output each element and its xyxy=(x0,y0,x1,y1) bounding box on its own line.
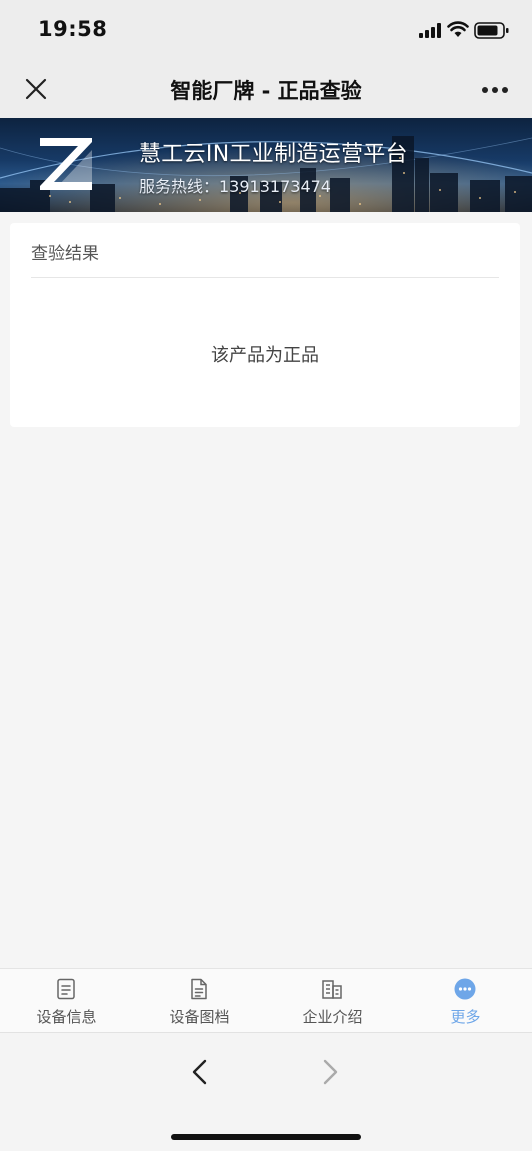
signal-icon xyxy=(419,23,441,38)
building-icon xyxy=(322,980,342,999)
tab-label: 设备信息 xyxy=(36,1008,97,1026)
more-dots-icon xyxy=(454,978,476,1000)
tab-device-files[interactable]: 设备图档 xyxy=(133,969,266,1033)
status-bar: 19:58 xyxy=(0,0,532,62)
home-indicator xyxy=(171,1134,361,1140)
page: 19:58 智能厂牌 - 正品查验 慧工云IN工业制造运营平台 服务热线：139… xyxy=(0,0,532,1151)
tab-label: 设备图档 xyxy=(169,1008,230,1026)
tab-company-intro[interactable]: 企业介绍 xyxy=(266,969,399,1033)
battery-icon xyxy=(474,22,509,39)
document-icon xyxy=(57,978,75,1000)
page-title: 智能厂牌 - 正品查验 xyxy=(170,79,362,103)
card-title: 查验结果 xyxy=(31,244,99,264)
verification-result-card: 查验结果 该产品为正品 xyxy=(10,223,520,427)
verification-result-text: 该产品为正品 xyxy=(211,345,319,366)
banner: 慧工云IN工业制造运营平台 服务热线：13913173474 xyxy=(0,118,532,212)
browser-toolbar xyxy=(0,1032,532,1151)
wifi-icon xyxy=(447,21,469,37)
more-icon[interactable] xyxy=(481,86,509,94)
bottom-tab-bar: 设备信息 设备图档 企业介绍 更多 xyxy=(0,968,532,1032)
tab-device-info[interactable]: 设备信息 xyxy=(0,969,133,1033)
service-hotline[interactable]: 服务热线：13913173474 xyxy=(139,173,331,197)
divider xyxy=(31,277,499,278)
tab-label: 更多 xyxy=(450,1008,481,1026)
status-time: 19:58 xyxy=(38,17,108,41)
back-arrow-icon[interactable] xyxy=(189,1059,211,1085)
nav-bar: 智能厂牌 - 正品查验 xyxy=(0,62,532,118)
banner-title: 慧工云IN工业制造运营平台 xyxy=(139,142,408,167)
tab-label: 企业介绍 xyxy=(302,1008,363,1026)
logo-icon xyxy=(40,138,92,190)
tab-more[interactable]: 更多 xyxy=(399,969,532,1033)
forward-arrow-icon[interactable] xyxy=(319,1059,341,1085)
file-icon xyxy=(191,978,207,1000)
